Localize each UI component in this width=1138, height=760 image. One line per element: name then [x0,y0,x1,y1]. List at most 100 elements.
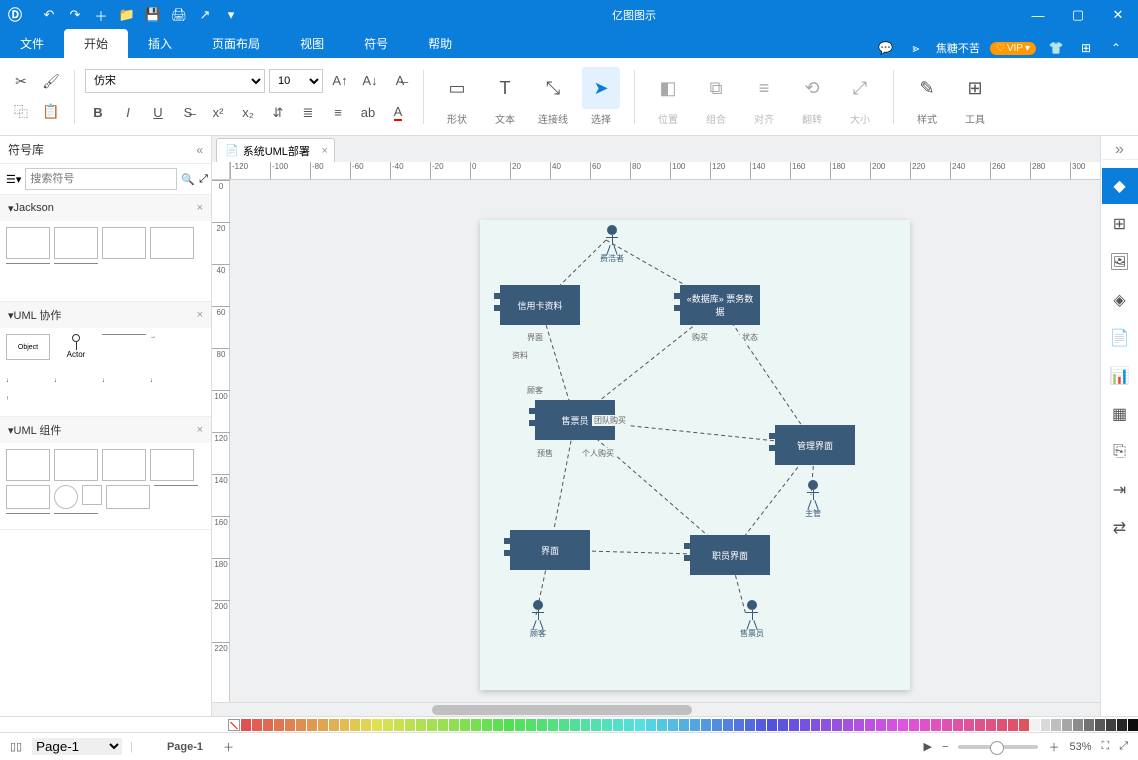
print-icon[interactable]: 🖨 [168,4,190,26]
color-swatch[interactable] [307,719,317,731]
color-swatch[interactable] [701,719,711,731]
component-node[interactable]: 管理界面 [775,425,855,465]
tab-symbols[interactable]: 符号 [344,29,408,58]
shape-item[interactable]: ↑ [6,396,50,410]
vip-badge[interactable]: ♡ VIP ▾ [990,42,1036,55]
color-swatch[interactable] [986,719,996,731]
bold-button[interactable]: B [85,100,111,126]
component-node[interactable]: 信用卡资料 [500,285,580,325]
save-icon[interactable]: 💾 [142,4,164,26]
tab-help[interactable]: 帮助 [408,29,472,58]
expand-icon[interactable]: ⤢ [199,173,208,186]
color-swatch[interactable] [361,719,371,731]
color-swatch[interactable] [482,719,492,731]
shape-item[interactable] [54,263,98,295]
shape-item[interactable] [6,485,50,509]
minimize-button[interactable]: — [1018,0,1058,30]
color-swatch[interactable] [964,719,974,731]
library-icon[interactable]: ☰▾ [6,173,21,186]
collapse-right-icon[interactable]: » [1102,140,1138,160]
new-icon[interactable]: ＋ [90,4,112,26]
collapse-panel-icon[interactable]: « [196,143,203,157]
color-swatch[interactable] [405,719,415,731]
color-swatch[interactable] [778,719,788,731]
color-swatch[interactable] [613,719,623,731]
font-size-select[interactable]: 10 [269,69,323,93]
connector-tool-button[interactable]: ⤡ [534,67,572,109]
close-section-icon[interactable]: × [197,424,203,436]
text-tool-button[interactable]: T [486,67,524,109]
decrease-font-button[interactable]: A↓ [357,68,383,94]
color-swatch[interactable] [1041,719,1051,731]
color-swatch[interactable] [241,719,251,731]
color-swatch[interactable] [931,719,941,731]
color-swatch[interactable] [515,719,525,731]
subscript-button[interactable]: x₂ [235,100,261,126]
size-button[interactable]: ⤢ [841,67,879,109]
color-swatch[interactable] [318,719,328,731]
shape-item[interactable] [54,513,98,523]
section-jackson[interactable]: ▾ Jackson× [0,195,211,221]
page-tab[interactable]: Page-1 [161,739,209,755]
actor-node[interactable]: 售票员 [740,600,764,639]
color-swatch[interactable] [1062,719,1072,731]
color-swatch[interactable] [350,719,360,731]
color-swatch[interactable] [460,719,470,731]
shape-item[interactable]: → [150,334,194,346]
shape-item[interactable] [54,449,98,481]
rtab-table[interactable]: ▦ [1102,396,1138,432]
zoom-level[interactable]: 53% [1069,741,1091,753]
zoom-out-button[interactable]: − [942,741,948,753]
shape-item[interactable] [54,485,78,509]
shape-item[interactable] [6,263,50,295]
color-swatch[interactable] [865,719,875,731]
color-swatch[interactable] [471,719,481,731]
color-swatch[interactable] [559,719,569,731]
maximize-button[interactable]: ▢ [1058,0,1098,30]
add-page-button[interactable]: ＋ [217,737,240,757]
close-section-icon[interactable]: × [197,202,203,214]
rtab-indent[interactable]: ⇥ [1102,472,1138,508]
color-swatch[interactable] [942,719,952,731]
color-swatch[interactable] [920,719,930,731]
shape-item[interactable] [154,485,198,495]
component-node[interactable]: «数据库» 票务数据 [680,285,760,325]
color-swatch[interactable] [646,719,656,731]
rtab-clipboard[interactable]: ⎘ [1102,434,1138,470]
undo-icon[interactable]: ↶ [38,4,60,26]
color-swatch[interactable] [811,719,821,731]
diagram-page[interactable]: 信用卡资料«数据库» 票务数据售票员管理界面界面职员界面费浩者主管顾客售票员界面… [480,220,910,690]
theme-icon[interactable]: 👕 [1046,38,1066,58]
cut-button[interactable]: ✂ [8,69,34,95]
color-swatch[interactable] [438,719,448,731]
color-swatch[interactable] [767,719,777,731]
shape-item[interactable] [102,449,146,481]
color-swatch[interactable] [591,719,601,731]
shape-item[interactable] [6,227,50,259]
color-swatch[interactable] [372,719,382,731]
color-swatch[interactable] [1084,719,1094,731]
rtab-chart[interactable]: 📊 [1102,358,1138,394]
actor-node[interactable]: 主管 [805,480,821,519]
search-input[interactable] [25,168,177,190]
color-swatch[interactable] [537,719,547,731]
shape-item[interactable]: ↓ [150,378,194,392]
clear-format-button[interactable]: A̶ [387,68,413,94]
color-swatch[interactable] [1073,719,1083,731]
actor-shape[interactable]: Actor [54,334,98,374]
color-swatch[interactable] [1019,719,1029,731]
color-swatch[interactable] [756,719,766,731]
flip-button[interactable]: ⟲ [793,67,831,109]
color-swatch[interactable] [1128,719,1138,731]
color-swatch[interactable] [712,719,722,731]
shape-item[interactable] [102,334,146,346]
color-swatch[interactable] [1030,719,1040,731]
page-select[interactable]: Page-1 [32,738,122,755]
format-painter-button[interactable]: 🖌 [38,69,64,95]
page-tab[interactable] [141,745,153,749]
color-swatch[interactable] [449,719,459,731]
font-family-select[interactable]: 仿宋 [85,69,265,93]
color-swatch[interactable] [821,719,831,731]
color-swatch[interactable] [329,719,339,731]
strike-button[interactable]: S̶ [175,100,201,126]
